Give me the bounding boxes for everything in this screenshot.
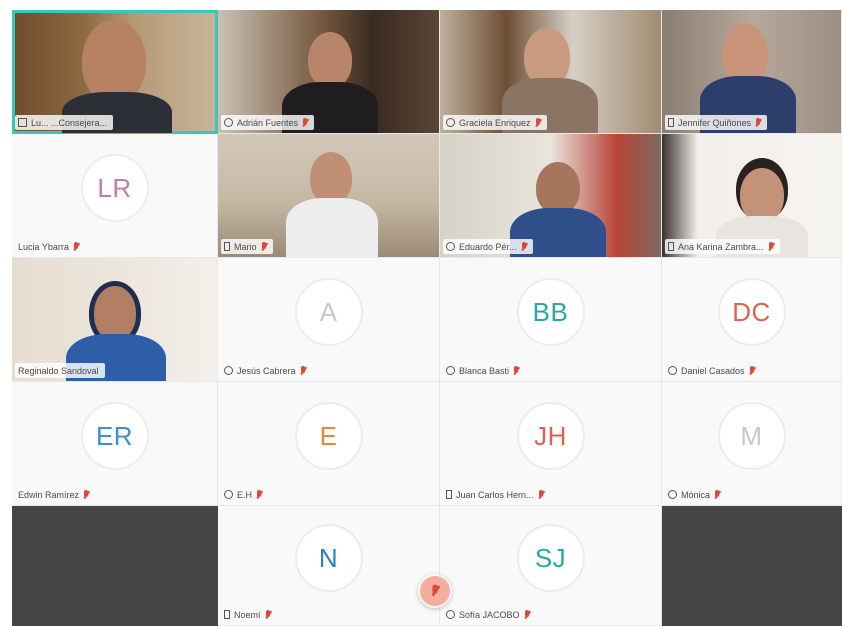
participant-tile[interactable]: ER Edwin Ramírez [12, 382, 218, 506]
participant-tile[interactable]: A Jesús Cabrera [218, 258, 440, 382]
participant-tile[interactable]: N Noemí [218, 506, 440, 626]
desktop-icon [446, 118, 455, 127]
mic-muted-icon [513, 365, 519, 376]
mic-muted-icon [261, 241, 267, 252]
participant-name-tag: Juan Carlos Hern... [443, 487, 550, 502]
mic-muted-icon [535, 117, 541, 128]
participant-name-tag: Mario [221, 239, 273, 254]
participant-tile[interactable]: Jennifer Quiñones [662, 10, 842, 134]
floating-mic-button[interactable] [418, 574, 452, 608]
participant-name-tag: Lu... ...Consejera... [15, 115, 114, 130]
participant-name-tag: Eduardo Pér... [443, 239, 533, 254]
participant-name-tag: Lucia Ybarra [15, 239, 85, 254]
participant-tile[interactable]: Graciela Enriquez [440, 10, 662, 134]
desktop-icon [668, 490, 677, 499]
participant-name-tag: Ana Karina Zambra... [665, 239, 780, 254]
mic-muted-icon [300, 365, 306, 376]
mic-muted-icon [431, 584, 439, 598]
participant-tile[interactable]: JH Juan Carlos Hern... [440, 382, 662, 506]
empty-tile [662, 506, 842, 626]
participant-name-tag: Adrián Fuentes [221, 115, 315, 130]
desktop-icon [446, 366, 455, 375]
phone-icon [224, 242, 230, 251]
participant-tile[interactable]: SJ Sofía JACOBO [440, 506, 662, 626]
participant-avatar: SJ [516, 524, 585, 593]
participant-avatar: ER [80, 402, 149, 471]
participant-name-tag: Edwin Ramírez [15, 487, 95, 502]
participant-name-tag: Reginaldo Sandoval [15, 363, 105, 378]
phone-icon [446, 490, 452, 499]
phone-icon [668, 118, 674, 127]
participant-tile[interactable]: M Mónica [662, 382, 842, 506]
mic-muted-icon [521, 241, 527, 252]
mic-muted-icon [83, 489, 89, 500]
participant-name-tag: E.H [221, 487, 268, 502]
mic-muted-icon [749, 365, 755, 376]
participant-tile[interactable]: LR Lucia Ybarra [12, 134, 218, 258]
participant-avatar: LR [80, 154, 149, 223]
participant-tile[interactable]: Mario [218, 134, 440, 258]
participant-tile[interactable]: Reginaldo Sandoval [12, 258, 218, 382]
mic-muted-icon [714, 489, 720, 500]
mic-muted-icon [256, 489, 262, 500]
participant-tile[interactable]: DC Daniel Casados [662, 258, 842, 382]
desktop-icon [224, 118, 233, 127]
desktop-icon [668, 366, 677, 375]
participant-avatar: N [294, 524, 363, 593]
mic-muted-icon [524, 609, 530, 620]
participant-avatar: E [294, 402, 363, 471]
mic-muted-icon [768, 241, 774, 252]
participant-tile[interactable]: E E.H [218, 382, 440, 506]
desktop-icon [224, 490, 233, 499]
mic-muted-icon [73, 241, 79, 252]
participant-tile[interactable]: Ana Karina Zambra... [662, 134, 842, 258]
participant-name-tag: Noemí [221, 607, 277, 622]
desktop-icon [18, 118, 27, 127]
mic-muted-icon [755, 117, 761, 128]
desktop-icon [446, 242, 455, 251]
participant-avatar: A [294, 278, 363, 347]
participant-name-tag: Daniel Casados [665, 363, 761, 378]
participant-name-tag: Mónica [665, 487, 726, 502]
participant-tile[interactable]: Eduardo Pér... [440, 134, 662, 258]
participant-avatar: JH [516, 402, 585, 471]
participant-tile[interactable]: BB Blanca Basti [440, 258, 662, 382]
desktop-icon [446, 610, 455, 619]
mic-muted-icon [538, 489, 544, 500]
mic-muted-icon [302, 117, 308, 128]
participant-name-tag: Graciela Enriquez [443, 115, 547, 130]
participant-name-tag: Jesús Cabrera [221, 363, 312, 378]
participant-name-tag: Jennifer Quiñones [665, 115, 768, 130]
phone-icon [668, 242, 674, 251]
desktop-icon [224, 366, 233, 375]
participant-avatar: M [717, 402, 786, 471]
empty-tile [12, 506, 218, 626]
participant-avatar: DC [717, 278, 786, 347]
mic-muted-icon [265, 609, 271, 620]
participant-grid: Lu... ...Consejera... Adrián Fuentes Gra… [12, 10, 842, 626]
participant-tile[interactable]: Lu... ...Consejera... [12, 10, 218, 134]
participant-tile[interactable]: Adrián Fuentes [218, 10, 440, 134]
participant-name-tag: Blanca Basti [443, 363, 525, 378]
participant-name-tag: Sofía JACOBO [443, 607, 536, 622]
participant-avatar: BB [516, 278, 585, 347]
phone-icon [224, 610, 230, 619]
